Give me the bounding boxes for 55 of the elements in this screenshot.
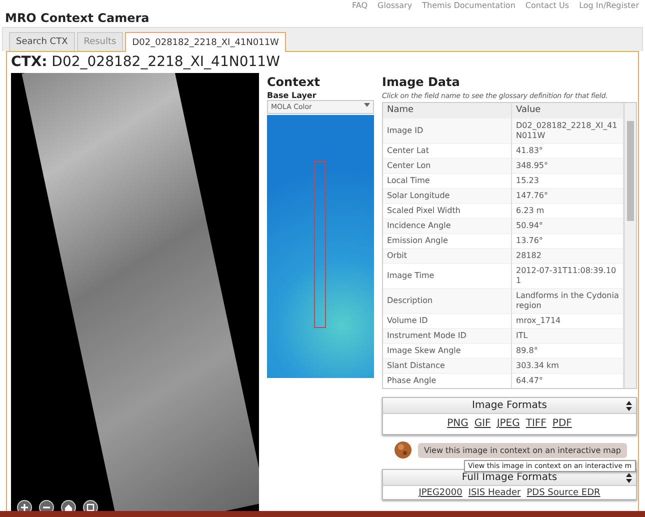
format-link[interactable]: ISIS Header [468,488,521,498]
image-viewer[interactable] [11,73,259,511]
section-title: Image Data [382,75,461,89]
field-name-cell[interactable]: Phase Angle [383,374,512,388]
zoom-out-icon[interactable] [39,500,54,511]
column-header: Name [383,103,512,118]
sort-arrows-icon[interactable] [626,401,632,411]
nav-link[interactable]: Themis Documentation [422,1,516,11]
field-value-cell: 28182 [512,248,624,264]
scrollbar[interactable] [624,103,636,388]
section-title: Context [267,75,321,89]
field-value-cell: 303.34 km [512,358,624,374]
tab[interactable]: D02_028182_2218_XI_41N011W [125,32,286,52]
format-link[interactable]: GIF [474,418,491,429]
field-value-cell: 64.47° [512,374,624,388]
zoom-in-icon[interactable] [17,500,32,511]
panel-header[interactable]: Image Formats [383,398,636,414]
interactive-map-button[interactable]: View this image in context on an interactive map [418,442,627,458]
sort-arrows-icon[interactable] [626,473,632,483]
tab: Results [76,32,124,51]
nav-link[interactable]: Log In/Register [579,1,639,11]
field-label: Base Layer [267,91,318,100]
panel-header[interactable]: Full Image Formats [383,470,636,486]
product-title: CTX: D02_028182_2218_XI_41N011W [11,54,281,71]
field-name-cell[interactable]: Incidence Angle [383,218,512,234]
tab[interactable]: Search CTX [9,32,75,51]
format-link[interactable]: JPEG [496,418,520,429]
panel-title: Full Image Formats [462,472,558,483]
nav-link[interactable]: Glossary [378,1,412,11]
field-name-cell[interactable]: Slant Distance [383,358,512,374]
field-name-cell[interactable]: Solar Longitude [383,188,512,204]
field-value-cell: Landforms in the Cydonia region [512,288,624,314]
column-header: Value [512,103,624,118]
field-name-cell[interactable]: Center Lon [383,158,512,174]
field-value-cell: 50.94° [512,218,624,234]
field-name-cell[interactable]: Instrument Mode ID [383,328,512,344]
format-link[interactable]: PNG [447,418,468,429]
field-value-cell: 348.95° [512,158,624,174]
planet-icon[interactable] [394,441,412,459]
field-value-cell: D02_028182_2218_XI_41N011W [512,118,624,144]
format-link[interactable]: PDS Source EDR [526,488,600,498]
site-title: MRO Context Camera [4,11,150,27]
field-name-cell[interactable]: Orbit [383,248,512,264]
field-name-cell[interactable]: Description [383,288,512,314]
caret-icon[interactable] [364,103,370,107]
nav-link[interactable]: Contact Us [525,1,570,11]
field-value-cell: 147.76° [512,188,624,204]
format-link[interactable]: JPEG2000 [418,488,462,498]
field-name-cell[interactable]: Image ID [383,118,512,144]
format-link[interactable]: PDF [552,418,572,429]
panel-title: Image Formats [472,400,547,411]
field-value-cell: ITL [512,328,624,344]
nav-link[interactable]: FAQ [352,1,368,11]
fullscreen-icon[interactable] [83,500,98,511]
format-link[interactable]: TIFF [526,418,546,429]
